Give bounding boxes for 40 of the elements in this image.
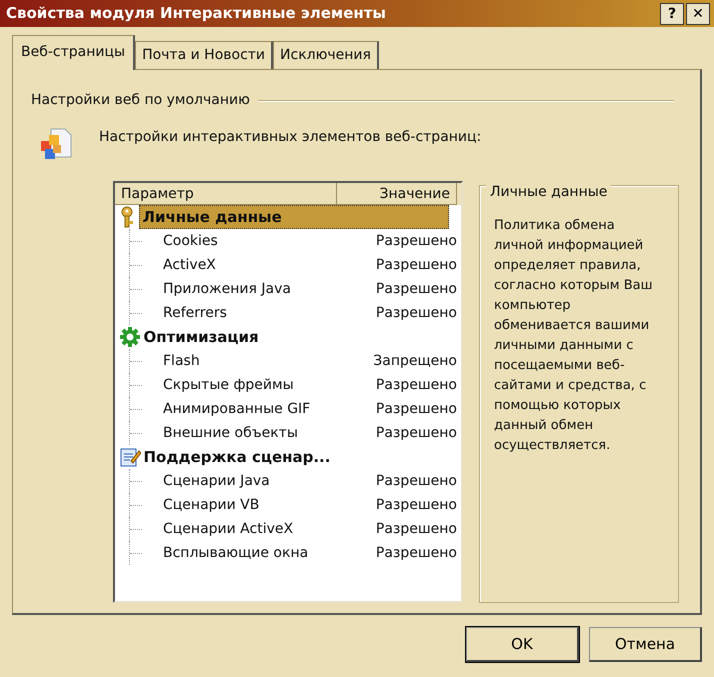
tree-item[interactable]: Сценарии VB (155, 494, 365, 516)
notepad-pencil-icon (118, 446, 140, 468)
tree-item[interactable]: Сценарии Java (155, 470, 365, 492)
tree-item[interactable]: Скрытые фреймы (155, 374, 365, 396)
tab[interactable]: Исключения (273, 41, 379, 69)
gear-icon (118, 326, 140, 348)
item-value: Разрешено (374, 256, 458, 274)
item-value: Запрещено (372, 352, 458, 370)
item-value: Разрешено (374, 544, 458, 562)
tree-item[interactable]: Внешние объекты (155, 422, 365, 444)
item-value: Разрешено (374, 376, 458, 394)
item-value: Разрешено (374, 304, 458, 322)
tree-item[interactable]: Сценарии ActiveX (155, 518, 365, 540)
item-value: Разрешено (374, 496, 458, 514)
help-button[interactable]: ? (660, 2, 684, 24)
item-value: Разрешено (374, 520, 458, 538)
description-text: Политика обмена личной информацией определяет правила, согласно которым Ваш компьютер обменивается вашими личными данными с посещаемыми веб-сайтами и средства, с помощью которых данный обмен осуществляется. (494, 217, 654, 455)
window-title: Свойства модуля Интерактивные элементы (6, 3, 387, 24)
tree-group-item[interactable]: Поддержка сценар... (140, 446, 334, 468)
item-value: Разрешено (374, 472, 458, 490)
cancel-button[interactable]: Отмена (589, 627, 702, 662)
tab[interactable]: Веб-страницы (12, 35, 136, 70)
ok-button[interactable]: OK (466, 627, 579, 662)
item-value: Разрешено (374, 232, 458, 250)
tree-group-item[interactable]: Оптимизация (140, 326, 262, 348)
tree-item[interactable]: Referrers (155, 302, 365, 324)
item-value: Разрешено (374, 424, 458, 442)
tree-group-item[interactable]: Личные данные (138, 204, 448, 230)
tree-item[interactable]: Анимированные GIF (155, 398, 365, 420)
tree-item[interactable]: Flash (155, 350, 365, 372)
tree-item[interactable]: ActiveX (155, 254, 365, 276)
tree-item[interactable]: Cookies (155, 230, 365, 252)
item-value: Разрешено (374, 400, 458, 418)
tree-item[interactable]: Всплывающие окна (155, 542, 365, 564)
intro-text: Настройки интерактивных элементов веб-страниц: (99, 128, 482, 147)
group-title: Настройки веб по умолчанию (31, 91, 250, 110)
close-button[interactable]: ✕ (686, 2, 710, 24)
item-value: Разрешено (374, 280, 458, 298)
tree-item[interactable]: Приложения Java (155, 278, 365, 300)
tab[interactable]: Почта и Новости (135, 41, 274, 69)
